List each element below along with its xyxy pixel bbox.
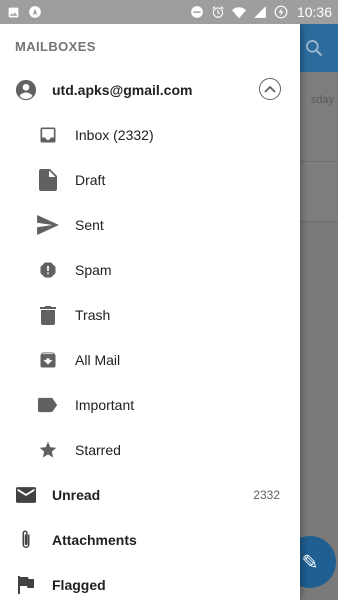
folder-label: Starred xyxy=(75,442,121,458)
folder-label: Sent xyxy=(75,217,104,233)
flag-icon xyxy=(15,574,37,596)
draft-icon xyxy=(37,169,59,191)
filter-label: Attachments xyxy=(52,532,137,548)
filter-flagged[interactable]: Flagged xyxy=(0,565,300,600)
folder-draft[interactable]: Draft xyxy=(0,160,300,200)
status-bar: 10:36 xyxy=(0,0,338,24)
label-icon xyxy=(37,394,59,416)
do-not-disturb-icon xyxy=(190,5,204,19)
folder-label: Spam xyxy=(75,262,112,278)
account-row[interactable]: utd.apks@gmail.com xyxy=(0,74,300,106)
navigation-icon xyxy=(28,5,42,19)
filter-label: Unread xyxy=(52,487,101,503)
list-item[interactable] xyxy=(300,72,338,162)
folder-important[interactable]: Important xyxy=(0,385,300,425)
send-icon xyxy=(37,214,59,236)
wifi-icon xyxy=(231,5,246,19)
clock: 10:36 xyxy=(296,4,332,20)
account-circle-icon xyxy=(15,79,37,101)
paperclip-icon xyxy=(15,529,37,551)
archive-icon xyxy=(37,349,59,371)
filter-label: Flagged xyxy=(52,577,106,593)
search-icon[interactable] xyxy=(304,38,324,58)
folder-label: Inbox (2332) xyxy=(75,127,154,143)
trash-icon xyxy=(37,304,59,326)
star-icon xyxy=(37,439,59,461)
folder-label: Trash xyxy=(75,307,111,323)
folder-sent[interactable]: Sent xyxy=(0,205,300,245)
list-item[interactable] xyxy=(300,162,338,222)
navigation-drawer: MAILBOXES utd.apks@gmail.com Inbox (2332… xyxy=(0,24,300,600)
drawer-header: MAILBOXES xyxy=(15,39,96,54)
folder-spam[interactable]: Spam xyxy=(0,250,300,290)
chevron-up-icon[interactable] xyxy=(259,78,281,100)
inbox-icon xyxy=(37,124,59,146)
account-email: utd.apks@gmail.com xyxy=(52,82,193,98)
message-date: sday xyxy=(310,94,334,106)
image-icon xyxy=(6,5,20,19)
alarm-icon xyxy=(211,5,225,19)
mail-icon xyxy=(15,484,37,506)
filter-unread[interactable]: Unread 2332 xyxy=(0,475,300,515)
signal-icon xyxy=(253,5,267,19)
folder-starred[interactable]: Starred xyxy=(0,430,300,470)
pencil-icon: ✎ xyxy=(301,551,319,574)
folder-trash[interactable]: Trash xyxy=(0,295,300,335)
folder-inbox[interactable]: Inbox (2332) xyxy=(0,115,300,155)
unread-count: 2332 xyxy=(253,488,280,502)
folder-label: All Mail xyxy=(75,352,121,368)
folder-label: Draft xyxy=(75,172,106,188)
battery-charging-icon xyxy=(274,5,288,19)
spam-icon xyxy=(37,259,59,281)
folder-all-mail[interactable]: All Mail xyxy=(0,340,300,380)
filter-attachments[interactable]: Attachments xyxy=(0,520,300,560)
folder-label: Important xyxy=(75,397,135,413)
